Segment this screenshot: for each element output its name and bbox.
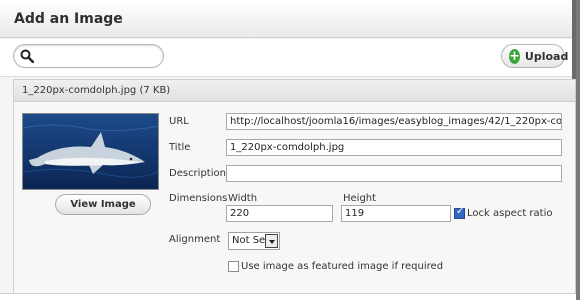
lock-aspect-checkbox[interactable] [454, 206, 465, 219]
plus-circle-icon: + [509, 48, 520, 64]
image-thumbnail [22, 113, 159, 190]
panel-divider [0, 293, 576, 300]
height-field[interactable]: 119 [341, 205, 451, 222]
featured-image-label: Use image as featured image if required [241, 261, 444, 272]
lock-aspect-label: Lock aspect ratio [467, 208, 553, 219]
toolbar: + Upload [0, 39, 572, 77]
url-label: URL [169, 116, 189, 127]
url-field[interactable]: http://localhost/joomla16/images/easyblo… [226, 113, 562, 130]
dolphin-image [23, 114, 158, 189]
file-header: 1_220px-comdolph.jpg (7 KB) [14, 80, 575, 102]
description-label: Description [169, 168, 226, 179]
width-field[interactable]: 220 [226, 205, 333, 222]
alignment-select[interactable]: Not Set [228, 232, 280, 250]
alignment-label: Alignment [169, 234, 221, 245]
featured-image-checkbox[interactable] [228, 261, 239, 272]
height-label: Height [343, 193, 377, 204]
alignment-value: Not Set [232, 235, 270, 246]
upload-button[interactable]: + Upload [501, 44, 569, 68]
title-label: Title [169, 142, 191, 153]
dialog-title: Add an Image [14, 10, 123, 27]
chevron-down-icon[interactable] [265, 234, 278, 248]
description-field[interactable] [226, 165, 562, 182]
title-field[interactable]: 1_220px-comdolph.jpg [226, 139, 562, 156]
dialog-titlebar: Add an Image [0, 0, 572, 38]
search-icon [20, 49, 34, 63]
view-image-button[interactable]: View Image [55, 194, 151, 215]
add-image-dialog: Add an Image + Upload 1_220px-comdolph.j… [0, 0, 576, 300]
dimensions-label: Dimensions [169, 193, 228, 204]
search-input[interactable] [13, 44, 164, 68]
width-label: Width [228, 193, 258, 204]
upload-label: Upload [524, 49, 569, 63]
